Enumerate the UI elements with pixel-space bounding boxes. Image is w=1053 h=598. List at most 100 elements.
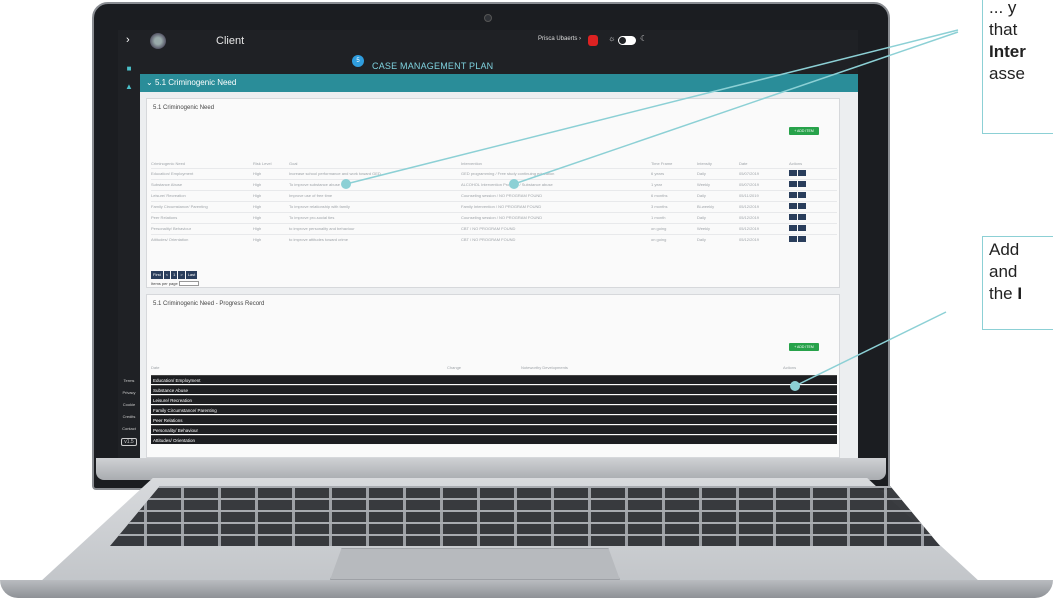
- table-cell: Substance Abuse: [151, 178, 253, 190]
- delete-icon[interactable]: [798, 225, 806, 231]
- user-menu[interactable]: Prisca Ubaerts ›: [538, 36, 581, 42]
- row-actions: [789, 189, 837, 201]
- table-row: Attitudes/ Orientation High to improve att…: [151, 233, 837, 245]
- table-cell: on going: [651, 233, 697, 245]
- table-cell: High: [253, 222, 289, 234]
- delete-icon[interactable]: [798, 236, 806, 243]
- needs-col-header: Time Frame: [651, 160, 673, 166]
- col-date: Date: [151, 365, 160, 370]
- category-row[interactable]: Substance Abuse: [151, 385, 837, 394]
- table-row: Education/ Employment High Increase school…: [151, 167, 837, 179]
- section-header[interactable]: ⌄ 5.1 Criminogenic Need: [140, 74, 858, 92]
- pager-button[interactable]: <: [163, 271, 171, 279]
- table-row: Leisure/ Recreation High Improve use of fr…: [151, 189, 837, 201]
- edit-icon[interactable]: [789, 170, 797, 176]
- table-cell: High: [253, 189, 289, 201]
- callout-bottom-bold: I: [1017, 284, 1023, 303]
- progress-panel: 5.1 Criminogenic Need - Progress Record …: [146, 294, 840, 458]
- footer-contact[interactable]: Contact: [118, 426, 140, 431]
- version-badge: v1.5: [121, 438, 137, 446]
- footer-credits[interactable]: Credits: [118, 414, 140, 419]
- table-cell: CBT / NO PROGRAM FOUND: [461, 222, 651, 234]
- pager-button[interactable]: >: [178, 271, 185, 279]
- pager-button[interactable]: 1: [171, 271, 178, 279]
- category-row[interactable]: Peer Relations: [151, 415, 837, 424]
- table-cell: to improve personality and behaviour: [289, 222, 461, 234]
- category-row[interactable]: Education/ Employment: [151, 375, 837, 384]
- user-name: Prisca Ubaerts: [538, 36, 578, 42]
- table-cell: Bi-weekly: [697, 200, 739, 212]
- notification-bell-icon[interactable]: [588, 35, 598, 46]
- footer-cookie[interactable]: Cookie: [118, 402, 140, 407]
- table-cell: Personality/ Behaviour: [151, 222, 253, 234]
- stage: › Client Prisca Ubaerts › ☼ ☾ ■ ▲ Terms …: [0, 0, 1053, 598]
- table-cell: To improve substance abuse: [289, 178, 461, 190]
- callout-top: ... y that Inter asse: [982, 0, 1053, 134]
- callout-top-line-1: ... y: [989, 0, 1017, 17]
- add-progress-button[interactable]: + ADD ITEM: [789, 343, 819, 351]
- table-row: Family Circumstance/ Parenting High To imp…: [151, 200, 837, 212]
- delete-icon[interactable]: [798, 203, 806, 209]
- needs-col-header: Criminogenic Need: [151, 160, 186, 166]
- footer-terms[interactable]: Terms: [118, 378, 140, 383]
- laptop-front-edge: [0, 580, 1053, 598]
- delete-icon[interactable]: [798, 192, 806, 198]
- table-cell: Daily: [697, 233, 739, 245]
- delete-icon[interactable]: [798, 181, 806, 187]
- edit-icon[interactable]: [789, 203, 797, 209]
- edit-icon[interactable]: [789, 192, 797, 198]
- table-cell: on going: [651, 222, 697, 234]
- step-badge: 5: [352, 55, 364, 67]
- callout-top-line-4: asse: [989, 64, 1025, 83]
- needs-col-header: Goal: [289, 160, 298, 166]
- table-cell: Family Intervention / NO PROGRAM FOUND: [461, 200, 651, 212]
- table-cell: CBT / NO PROGRAM FOUND: [461, 233, 651, 245]
- expand-menu-icon[interactable]: ›: [126, 34, 130, 46]
- logo: [150, 33, 166, 49]
- table-cell: Daily: [697, 189, 739, 201]
- edit-icon[interactable]: [789, 214, 797, 220]
- theme-toggle[interactable]: [618, 36, 636, 45]
- app-title: Client: [216, 35, 245, 47]
- table-row: Peer Relations High To improve pro-social …: [151, 211, 837, 223]
- table-cell: GED programming / Free study continuing …: [461, 167, 651, 179]
- needs-col-header: Actions: [789, 160, 803, 166]
- top-bar: › Client Prisca Ubaerts › ☼ ☾: [118, 30, 858, 52]
- needs-panel: 5.1 Criminogenic Need + ADD ITEM Crimino…: [146, 98, 840, 288]
- table-cell: Counseling session / NO PROGRAM FOUND: [461, 189, 651, 201]
- row-actions: [789, 200, 837, 212]
- edit-icon[interactable]: [789, 225, 797, 231]
- delete-icon[interactable]: [798, 170, 806, 176]
- table-cell: 05/12/2019: [739, 200, 789, 212]
- row-actions: [789, 178, 837, 190]
- category-row[interactable]: Personality/ Behaviour: [151, 425, 837, 434]
- pager-button[interactable]: First: [151, 271, 163, 279]
- category-row[interactable]: Family Circumstance/ Parenting: [151, 405, 837, 414]
- table-cell: 05/12/2019: [739, 222, 789, 234]
- category-row[interactable]: Leisure/ Recreation: [151, 395, 837, 404]
- footer-privacy[interactable]: Privacy: [118, 390, 140, 395]
- table-cell: Weekly: [697, 178, 739, 190]
- table-cell: Leisure/ Recreation: [151, 189, 253, 201]
- edit-icon[interactable]: [789, 181, 797, 187]
- user-icon[interactable]: ▲: [124, 82, 134, 92]
- category-row[interactable]: Attitudes/ Orientation: [151, 435, 837, 444]
- per-page-select[interactable]: [178, 281, 199, 287]
- table-cell: High: [253, 200, 289, 212]
- edit-icon[interactable]: [789, 236, 797, 243]
- table-cell: Family Circumstance/ Parenting: [151, 200, 253, 212]
- plan-title: CASE MANAGEMENT PLAN: [372, 61, 494, 71]
- table-cell: Daily: [697, 167, 739, 179]
- table-cell: Education/ Employment: [151, 167, 253, 179]
- camera-icon: [484, 14, 492, 22]
- delete-icon[interactable]: [798, 214, 806, 220]
- col-actions: Actions: [783, 365, 797, 370]
- settings-icon[interactable]: ☼: [608, 34, 615, 43]
- callout-top-line-2: that: [989, 20, 1018, 39]
- home-icon[interactable]: ■: [124, 64, 134, 74]
- row-actions: [789, 233, 837, 245]
- add-need-button[interactable]: + ADD ITEM: [789, 127, 819, 135]
- callout-bottom-line-2: and: [989, 262, 1018, 281]
- pager-button[interactable]: Last: [185, 271, 198, 279]
- table-cell: 6 years: [651, 167, 697, 179]
